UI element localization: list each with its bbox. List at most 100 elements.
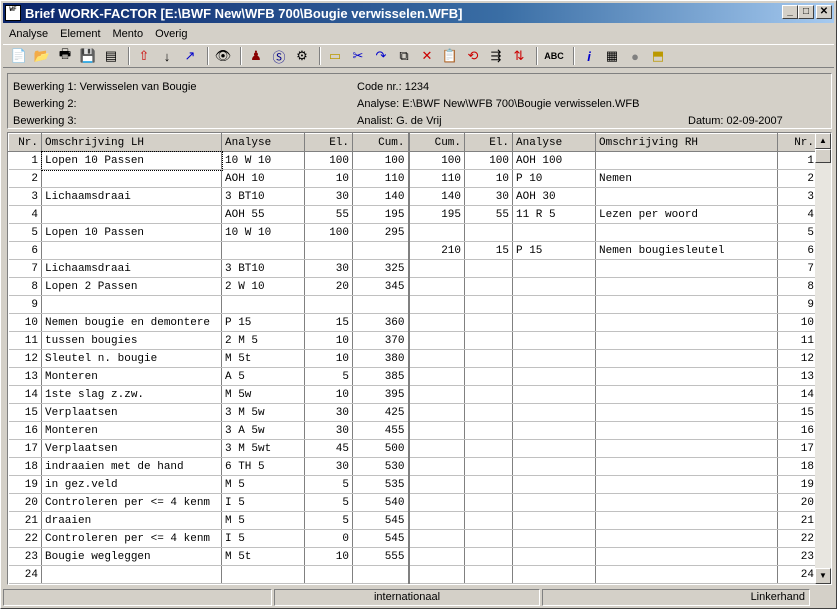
cell-analyse-rh[interactable]: 11 R 5 (512, 205, 596, 224)
cell-nr-lh[interactable]: 7 (8, 259, 42, 278)
cell-cum-lh[interactable]: 370 (352, 331, 410, 350)
cell-nr-lh[interactable]: 17 (8, 439, 42, 458)
cell-analyse-rh[interactable] (512, 349, 596, 368)
cell-el-lh[interactable]: 10 (304, 331, 353, 350)
cell-omschrijving-rh[interactable] (595, 547, 778, 566)
export-icon[interactable]: ⬒ (648, 46, 668, 66)
cell-nr-lh[interactable]: 6 (8, 241, 42, 260)
cell-nr-lh[interactable]: 2 (8, 169, 42, 188)
table-row[interactable]: 8 Lopen 2 Passen 2 W 10 20 345 8 (8, 277, 818, 296)
delete-icon[interactable]: ✕ (417, 46, 437, 66)
cell-el-lh[interactable]: 15 (304, 313, 353, 332)
table-row[interactable]: 13 Monteren A 5 5 385 13 (8, 367, 818, 386)
cell-omschrijving-rh[interactable]: Nemen bougiesleutel (595, 241, 778, 260)
cell-nr-lh[interactable]: 24 (8, 565, 42, 584)
cell-el-lh[interactable]: 10 (304, 547, 353, 566)
cell-cum-rh[interactable] (408, 367, 465, 386)
cell-omschrijving-lh[interactable]: Bougie wegleggen (41, 547, 222, 566)
cell-nr-rh[interactable]: 18 (777, 457, 818, 476)
cell-nr-lh[interactable]: 1 (8, 151, 42, 170)
cell-el-lh[interactable]: 10 (304, 385, 353, 404)
cell-cum-rh[interactable] (408, 403, 465, 422)
table-row[interactable]: 22 Controleren per <= 4 kenm I 5 0 545 22 (8, 529, 818, 548)
cell-el-lh[interactable]: 30 (304, 421, 353, 440)
cell-el-rh[interactable] (464, 367, 513, 386)
cell-analyse-lh[interactable]: AOH 55 (221, 205, 305, 224)
cell-cum-rh[interactable]: 195 (408, 205, 465, 224)
cell-nr-lh[interactable]: 4 (8, 205, 42, 224)
col-el-rh[interactable]: El. (464, 133, 513, 152)
table-row[interactable]: 11 tussen bougies 2 M 5 10 370 11 (8, 331, 818, 350)
cell-analyse-rh[interactable] (512, 223, 596, 242)
table-row[interactable]: 23 Bougie wegleggen M 5t 10 555 23 (8, 547, 818, 566)
table-row[interactable]: 19 in gez.veld M 5 5 535 19 (8, 475, 818, 494)
cell-cum-rh[interactable] (408, 439, 465, 458)
table-row[interactable]: 12 Sleutel n. bougie M 5t 10 380 12 (8, 349, 818, 368)
cell-omschrijving-lh[interactable]: Lopen 2 Passen (41, 277, 222, 296)
cell-el-lh[interactable]: 10 (304, 349, 353, 368)
cell-el-lh[interactable] (304, 241, 353, 260)
table-row[interactable]: 4 AOH 55 55 195 195 55 11 R 5 Lezen per woord 4 (8, 205, 818, 224)
menu-mento[interactable]: Mento (107, 28, 150, 40)
cell-omschrijving-lh[interactable]: Lopen 10 Passen (41, 223, 222, 242)
cell-nr-rh[interactable]: 23 (777, 547, 818, 566)
cell-analyse-lh[interactable] (221, 565, 305, 584)
cell-cum-rh[interactable]: 100 (408, 151, 465, 170)
cell-omschrijving-rh[interactable] (595, 151, 778, 170)
cell-el-lh[interactable] (304, 565, 353, 584)
cell-cum-rh[interactable] (408, 349, 465, 368)
cell-nr-lh[interactable]: 19 (8, 475, 42, 494)
cell-nr-lh[interactable]: 23 (8, 547, 42, 566)
table-row[interactable]: 6 210 15 P 15 Nemen bougiesleutel 6 (8, 241, 818, 260)
cell-el-rh[interactable] (464, 511, 513, 530)
cell-nr-lh[interactable]: 22 (8, 529, 42, 548)
cell-omschrijving-rh[interactable] (595, 349, 778, 368)
cell-analyse-rh[interactable] (512, 565, 596, 584)
cell-cum-lh[interactable]: 325 (352, 259, 410, 278)
cell-nr-rh[interactable]: 2 (777, 169, 818, 188)
cell-el-rh[interactable] (464, 565, 513, 584)
scroll-up-button[interactable]: ▲ (815, 133, 831, 149)
cell-nr-rh[interactable]: 16 (777, 421, 818, 440)
cell-nr-lh[interactable]: 3 (8, 187, 42, 206)
cell-omschrijving-rh[interactable]: Nemen (595, 169, 778, 188)
cell-el-rh[interactable] (464, 331, 513, 350)
cell-el-rh[interactable]: 55 (464, 205, 513, 224)
cell-el-rh[interactable] (464, 385, 513, 404)
cell-nr-rh[interactable]: 17 (777, 439, 818, 458)
cell-cum-lh[interactable]: 140 (352, 187, 410, 206)
cell-nr-rh[interactable]: 19 (777, 475, 818, 494)
table-row[interactable]: 18 indraaien met de hand 6 TH 5 30 530 18 (8, 457, 818, 476)
cell-nr-rh[interactable]: 9 (777, 295, 818, 314)
cell-el-rh[interactable]: 15 (464, 241, 513, 260)
maximize-button[interactable]: □ (798, 5, 814, 19)
col-nr-lh[interactable]: Nr. (8, 133, 42, 152)
cell-omschrijving-rh[interactable] (595, 277, 778, 296)
cell-omschrijving-rh[interactable] (595, 313, 778, 332)
scroll-down-button[interactable]: ▼ (815, 568, 831, 584)
split-icon[interactable]: ⇅ (509, 46, 529, 66)
cell-omschrijving-lh[interactable]: tussen bougies (41, 331, 222, 350)
cell-analyse-rh[interactable] (512, 421, 596, 440)
cell-omschrijving-rh[interactable] (595, 439, 778, 458)
cell-cum-lh[interactable]: 535 (352, 475, 410, 494)
cell-analyse-rh[interactable] (512, 385, 596, 404)
cell-analyse-lh[interactable]: I 5 (221, 493, 305, 512)
col-nr-rh[interactable]: Nr. (777, 133, 818, 152)
replace-icon[interactable]: ⟲ (463, 46, 483, 66)
cell-analyse-rh[interactable] (512, 547, 596, 566)
cell-analyse-lh[interactable]: 3 M 5w (221, 403, 305, 422)
cell-el-rh[interactable] (464, 295, 513, 314)
cell-nr-rh[interactable]: 14 (777, 385, 818, 404)
cell-analyse-lh[interactable]: 2 W 10 (221, 277, 305, 296)
cell-cum-rh[interactable] (408, 421, 465, 440)
cell-cum-lh[interactable]: 500 (352, 439, 410, 458)
cell-cum-rh[interactable]: 210 (408, 241, 465, 260)
cell-el-lh[interactable] (304, 295, 353, 314)
cell-analyse-rh[interactable] (512, 493, 596, 512)
cell-nr-rh[interactable]: 4 (777, 205, 818, 224)
cell-omschrijving-lh[interactable]: Verplaatsen (41, 403, 222, 422)
cell-omschrijving-rh[interactable] (595, 367, 778, 386)
cell-omschrijving-rh[interactable] (595, 457, 778, 476)
cell-omschrijving-lh[interactable]: Controleren per <= 4 kenm (41, 529, 222, 548)
